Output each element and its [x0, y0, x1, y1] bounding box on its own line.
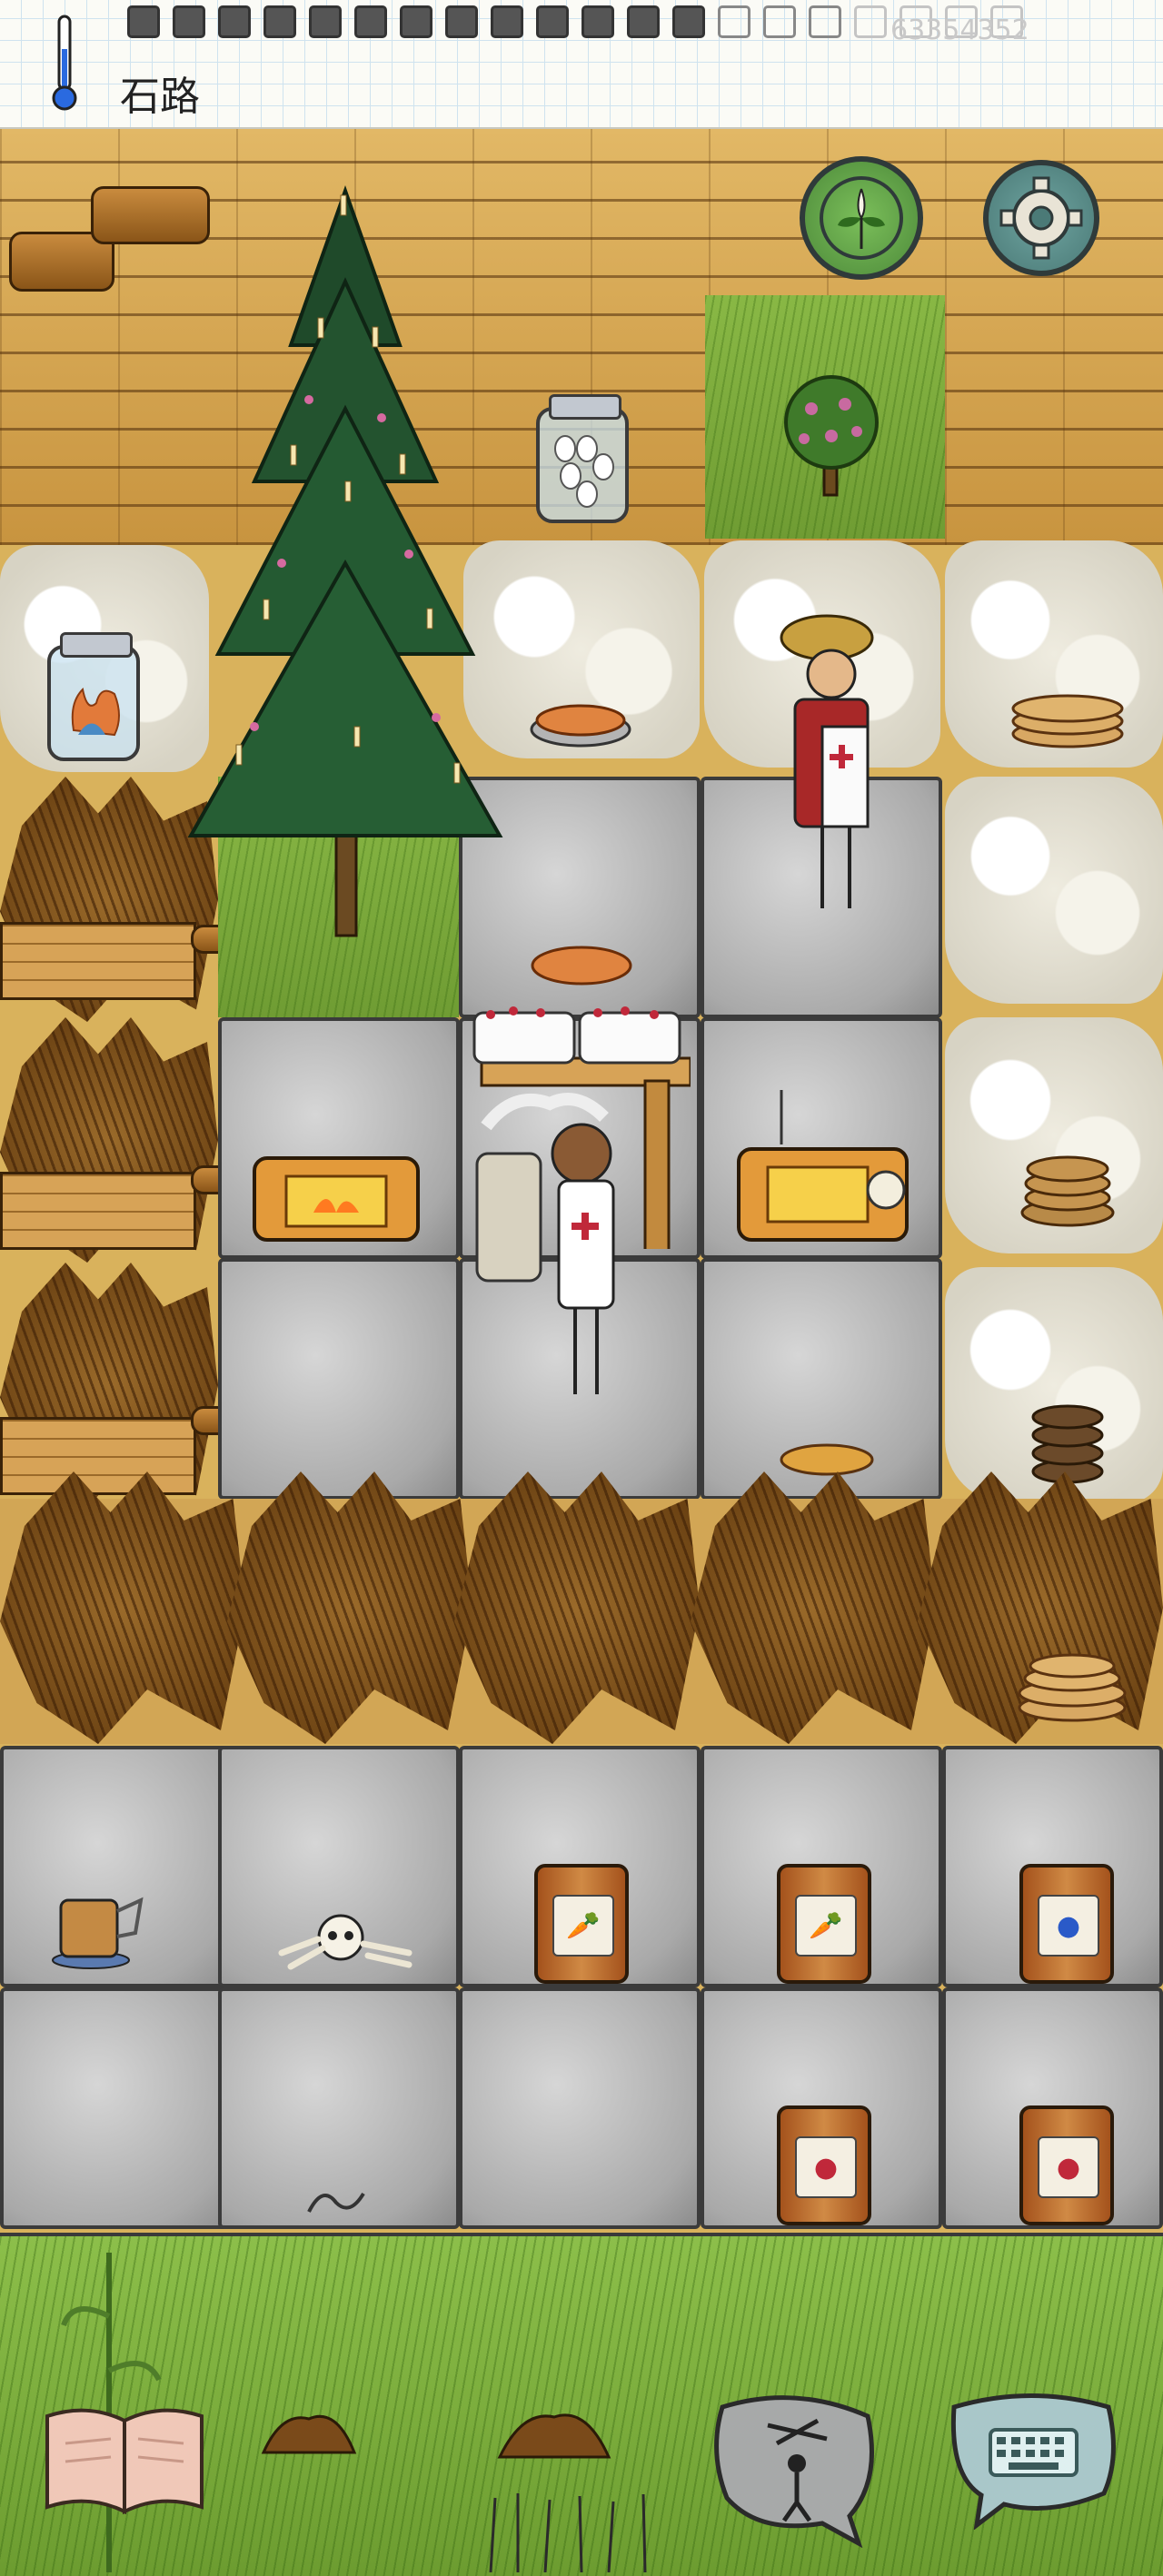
decorated-pine-tree[interactable]	[182, 182, 509, 954]
worm[interactable]	[304, 2180, 368, 2216]
skeleton[interactable]	[273, 1903, 422, 1985]
berry-crock[interactable]: ●	[777, 2105, 871, 2225]
food-pip	[400, 5, 432, 38]
bear-skin-rug[interactable]	[227, 1471, 472, 1744]
eggs-jar[interactable]	[536, 394, 629, 523]
open-book-icon[interactable]	[38, 2398, 211, 2525]
coordinates-text: 63354352	[890, 15, 1029, 46]
compass-plant-icon	[820, 176, 903, 260]
game-world[interactable]: 🥕 🥕 ● ● ●	[0, 0, 1163, 2576]
stone-floor	[459, 1987, 701, 2229]
stone-floor	[218, 1258, 460, 1500]
mug[interactable]	[41, 1889, 150, 1971]
food-pip	[627, 5, 660, 38]
food-pip	[536, 5, 569, 38]
place-label: 石路	[120, 74, 200, 120]
flat-bread-stack[interactable]	[1009, 681, 1127, 754]
carrot-pie[interactable]	[529, 695, 633, 749]
stone-floor	[0, 1987, 242, 2229]
oven-left[interactable]	[250, 1122, 422, 1249]
wheat[interactable]	[472, 2489, 681, 2572]
dirt-pile[interactable]	[495, 2403, 613, 2462]
berry-crock[interactable]: ●	[1019, 2105, 1114, 2225]
carrot-crock[interactable]: 🥕	[534, 1864, 629, 1984]
food-pip	[854, 5, 887, 38]
bread-plate[interactable]	[777, 1431, 877, 1481]
flat-bread-stack[interactable]	[1013, 1644, 1131, 1726]
oven-right[interactable]	[731, 1090, 913, 1249]
charcoal-stack[interactable]	[1027, 1390, 1108, 1490]
old-man-character[interactable]	[759, 609, 895, 936]
food-pip	[127, 5, 160, 38]
thermometer-icon	[52, 15, 77, 111]
food-pip	[763, 5, 796, 38]
gooseberry-bush[interactable]	[777, 368, 886, 504]
food-pip	[718, 5, 750, 38]
food-pip	[354, 5, 387, 38]
flat-bread-stack[interactable]	[1013, 1140, 1122, 1231]
emote-button[interactable]	[704, 2389, 886, 2548]
dirt-pile[interactable]	[259, 2403, 359, 2457]
food-pip	[309, 5, 342, 38]
food-pip	[491, 5, 523, 38]
food-pip	[173, 5, 205, 38]
bear-skin-rug[interactable]	[0, 1471, 245, 1744]
food-pip	[263, 5, 296, 38]
food-pip	[672, 5, 705, 38]
fire-jar[interactable]	[47, 632, 140, 761]
settings-button[interactable]	[983, 160, 1099, 276]
gear-icon	[999, 176, 1083, 260]
bear-skin-rug[interactable]	[454, 1471, 700, 1744]
sheepskin-rug[interactable]	[945, 777, 1163, 1004]
food-pip	[809, 5, 841, 38]
keyboard-button[interactable]	[940, 2384, 1122, 2530]
food-pip	[582, 5, 614, 38]
blueberry-crock[interactable]: ●	[1019, 1864, 1114, 1984]
wooden-shelf[interactable]	[0, 922, 196, 1000]
map-button[interactable]	[800, 156, 923, 280]
carrot-crock[interactable]: 🥕	[777, 1864, 871, 1984]
food-pip	[218, 5, 251, 38]
wooden-shelf[interactable]	[0, 1172, 196, 1250]
food-pip	[445, 5, 478, 38]
food-meter	[127, 5, 1023, 38]
keyboard-speech-icon	[989, 2428, 1079, 2477]
hud-top-bar: 63354352 石路	[0, 0, 1163, 129]
bear-skin-rug[interactable]	[691, 1471, 936, 1744]
player-character[interactable]	[468, 1054, 641, 1417]
wooden-shelf[interactable]	[0, 1417, 196, 1495]
